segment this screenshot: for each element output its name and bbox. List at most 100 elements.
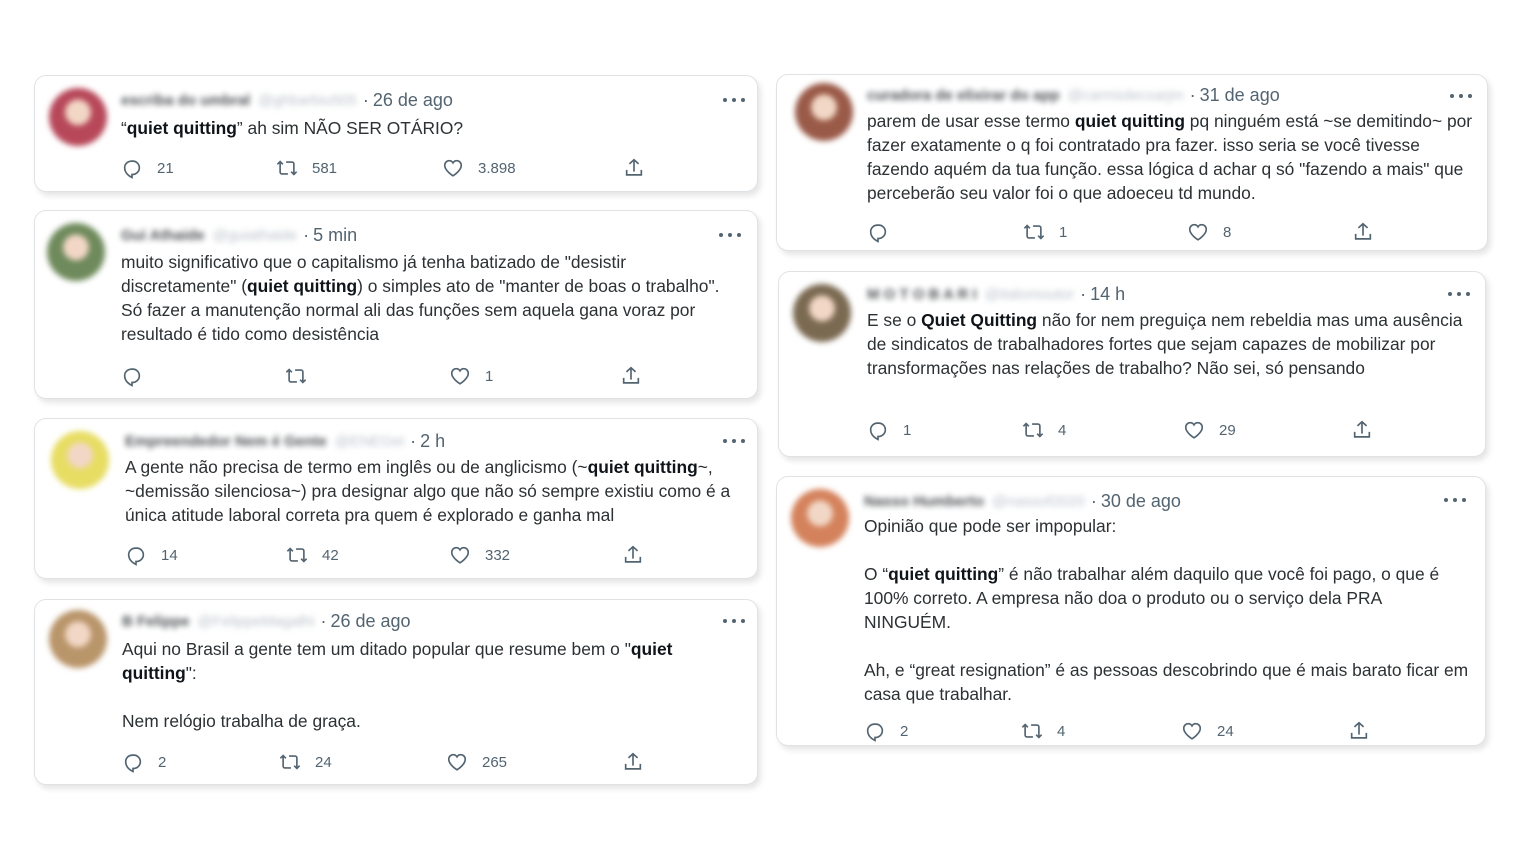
tweet-time[interactable]: 31 de ago bbox=[1200, 85, 1280, 106]
more-options-icon[interactable] bbox=[723, 96, 745, 104]
heart-icon bbox=[447, 753, 467, 771]
tweet-time[interactable]: 26 de ago bbox=[330, 611, 410, 632]
tweet-time[interactable]: 14 h bbox=[1090, 284, 1125, 305]
retweet-button[interactable]: 581 bbox=[276, 156, 337, 180]
avatar[interactable] bbox=[791, 489, 849, 547]
tweet-text: E se o Quiet Quitting não for nem pregui… bbox=[867, 308, 1467, 380]
highlight-term: quiet quitting bbox=[247, 276, 358, 296]
tweet-card[interactable]: escriba do umbral @ghbarbiu505 · 26 de a… bbox=[34, 75, 758, 192]
tweet-card[interactable]: curadora de elixirar do app @carmiolecxa… bbox=[776, 74, 1488, 251]
like-count: 332 bbox=[485, 546, 511, 564]
author-name[interactable]: M O T O B A R I bbox=[867, 286, 977, 303]
tweet-time[interactable]: 2 h bbox=[420, 431, 445, 452]
text-segment: ” é não trabalhar além daquilo que você … bbox=[864, 564, 1469, 704]
like-button[interactable]: 8 bbox=[1187, 220, 1233, 244]
share-button[interactable] bbox=[1351, 418, 1387, 442]
more-options-icon[interactable] bbox=[1444, 496, 1466, 504]
share-button[interactable] bbox=[622, 543, 658, 567]
author-handle[interactable]: @guiathaide bbox=[213, 227, 297, 244]
reply-button[interactable] bbox=[867, 220, 913, 244]
like-button[interactable]: 24 bbox=[1181, 719, 1234, 743]
author-name[interactable]: escriba do umbral bbox=[121, 92, 250, 109]
share-button[interactable] bbox=[1348, 719, 1384, 743]
author-name[interactable]: Empreendedor Nem é Gente bbox=[125, 433, 327, 450]
reply-icon bbox=[869, 422, 887, 441]
avatar[interactable] bbox=[47, 223, 105, 281]
avatar[interactable] bbox=[49, 88, 107, 146]
tweet-header: curadora de elixirar do app @carmiolecxa… bbox=[867, 83, 1280, 107]
share-button[interactable] bbox=[1352, 220, 1388, 244]
avatar[interactable] bbox=[49, 610, 107, 668]
retweet-button[interactable]: 42 bbox=[286, 543, 339, 567]
author-handle[interactable]: @nassof2020 bbox=[992, 493, 1085, 510]
more-options-icon[interactable] bbox=[719, 231, 741, 239]
author-name[interactable]: B Felippe bbox=[122, 613, 190, 630]
reply-count: 1 bbox=[903, 421, 912, 439]
author-handle[interactable]: @italomoutor bbox=[985, 286, 1074, 303]
tweet-card[interactable]: Empreendedor Nem é Gente @ENEGei · 2 h A… bbox=[34, 418, 758, 579]
heart-icon bbox=[443, 159, 463, 177]
retweet-button[interactable]: 4 bbox=[1022, 418, 1068, 442]
share-button[interactable] bbox=[622, 750, 658, 774]
tweet-time[interactable]: 30 de ago bbox=[1101, 491, 1181, 512]
retweet-button[interactable]: 24 bbox=[279, 750, 332, 774]
tweet-text: Aqui no Brasil a gente tem um ditado pop… bbox=[122, 637, 722, 733]
reply-button[interactable] bbox=[121, 364, 167, 388]
retweet-count: 4 bbox=[1058, 421, 1067, 439]
tweet-actions: 2 24 265 bbox=[122, 750, 662, 774]
separator-dot: · bbox=[303, 224, 310, 245]
reply-count: 2 bbox=[158, 753, 167, 771]
tweet-text: “quiet quitting” ah sim NÃO SER OTÁRIO? bbox=[121, 116, 751, 140]
tweet-card[interactable]: Nasso Humberto @nassof2020 · 30 de ago O… bbox=[776, 476, 1486, 746]
retweet-button[interactable]: 1 bbox=[1023, 220, 1069, 244]
share-button[interactable] bbox=[623, 156, 659, 180]
tweet-time[interactable]: 26 de ago bbox=[373, 90, 453, 111]
more-options-icon[interactable] bbox=[1450, 92, 1472, 100]
retweet-icon bbox=[279, 754, 301, 770]
author-handle[interactable]: @carmiolecxarjm bbox=[1068, 87, 1184, 104]
retweet-count: 1 bbox=[1059, 223, 1068, 241]
reply-button[interactable]: 21 bbox=[121, 156, 174, 180]
author-name[interactable]: Gui Athaide bbox=[121, 227, 205, 244]
more-options-icon[interactable] bbox=[1448, 290, 1470, 298]
share-button[interactable] bbox=[620, 364, 656, 388]
reply-button[interactable]: 1 bbox=[867, 418, 913, 442]
tweet-card[interactable]: Gui Athaide @guiathaide · 5 min muito si… bbox=[34, 210, 758, 399]
text-segment: ” ah sim NÃO SER OTÁRIO? bbox=[236, 118, 464, 138]
tweet-actions: 1 bbox=[121, 364, 661, 388]
retweet-button[interactable]: 4 bbox=[1021, 719, 1067, 743]
avatar[interactable] bbox=[793, 284, 851, 342]
text-segment: parem de usar esse termo bbox=[867, 111, 1075, 131]
more-options-icon[interactable] bbox=[723, 437, 745, 445]
tweet-card[interactable]: M O T O B A R I @italomoutor · 14 h E se… bbox=[778, 271, 1486, 457]
like-button[interactable]: 1 bbox=[449, 364, 495, 388]
reply-icon bbox=[123, 368, 141, 387]
like-button[interactable]: 29 bbox=[1183, 418, 1236, 442]
like-button[interactable]: 332 bbox=[449, 543, 510, 567]
retweet-button[interactable] bbox=[285, 364, 331, 388]
reply-button[interactable]: 2 bbox=[122, 750, 168, 774]
text-segment: Aqui no Brasil a gente tem um ditado pop… bbox=[122, 639, 631, 659]
avatar[interactable] bbox=[795, 83, 853, 141]
avatar[interactable] bbox=[51, 431, 109, 489]
reply-icon bbox=[124, 754, 142, 773]
author-handle[interactable]: @ghbarbiu505 bbox=[258, 92, 357, 109]
more-options-icon[interactable] bbox=[723, 617, 745, 625]
author-name[interactable]: Nasso Humberto bbox=[864, 493, 984, 510]
author-handle[interactable]: @FelippeMagalhi bbox=[198, 613, 315, 630]
author-name[interactable]: curadora de elixirar do app bbox=[867, 87, 1060, 104]
like-button[interactable]: 265 bbox=[446, 750, 507, 774]
like-button[interactable]: 3.898 bbox=[442, 156, 516, 180]
separator-dot: · bbox=[362, 89, 369, 110]
tweet-card[interactable]: B Felippe @FelippeMagalhi · 26 de ago Aq… bbox=[34, 599, 758, 785]
author-handle[interactable]: @ENEGei bbox=[335, 433, 404, 450]
highlight-term: quiet quitting bbox=[126, 118, 237, 138]
like-count: 29 bbox=[1219, 421, 1236, 439]
tweet-time[interactable]: 5 min bbox=[313, 225, 357, 246]
retweet-icon bbox=[1021, 723, 1043, 739]
reply-icon bbox=[127, 547, 145, 566]
retweet-count: 581 bbox=[312, 159, 338, 177]
reply-button[interactable]: 14 bbox=[125, 543, 178, 567]
like-count: 8 bbox=[1223, 223, 1232, 241]
reply-button[interactable]: 2 bbox=[864, 719, 910, 743]
